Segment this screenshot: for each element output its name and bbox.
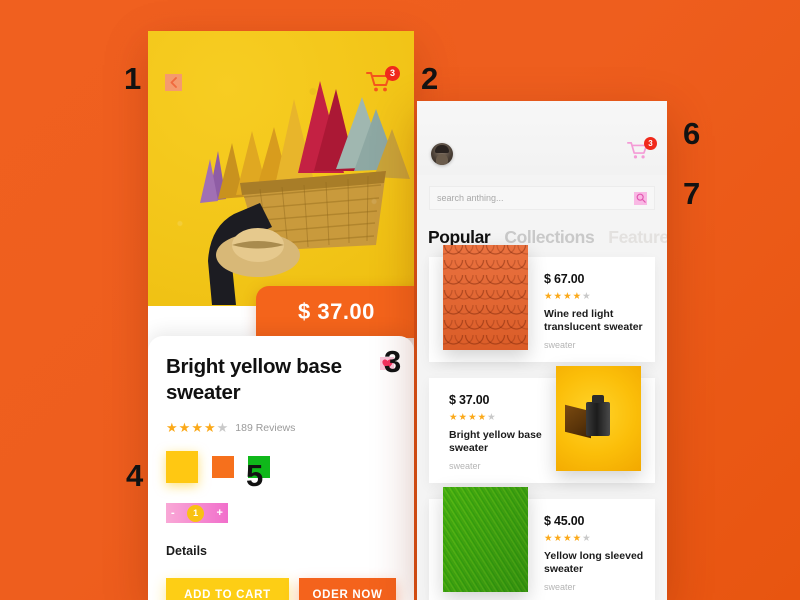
star-empty: ★: [487, 412, 496, 423]
star-rating: ★ ★ ★ ★ ★: [166, 421, 228, 434]
cta-row: ADD TO CART ODER NOW: [166, 578, 396, 600]
cart-button[interactable]: 3: [627, 137, 657, 163]
order-now-button[interactable]: ODER NOW: [299, 578, 396, 600]
annotation-4: 4: [126, 458, 144, 493]
color-swatch-orange[interactable]: [212, 456, 234, 479]
magnifier-icon: [636, 193, 646, 203]
star-filled: ★: [458, 412, 468, 423]
chevron-left-icon: [170, 77, 177, 88]
quantity-stepper[interactable]: - 1 +: [166, 503, 228, 524]
search-input[interactable]: [437, 193, 634, 203]
color-swatch-group: [166, 451, 396, 484]
product-category: sweater: [449, 460, 481, 471]
product-thumbnail: [443, 487, 528, 592]
star-rating: ★ ★ ★ ★ ★: [449, 413, 569, 423]
rating-row: ★ ★ ★ ★ ★ 189 Reviews: [166, 421, 396, 434]
star-empty: ★: [582, 533, 591, 544]
star-filled: ★: [553, 291, 563, 302]
product-hero-image: 3: [148, 31, 414, 306]
product-category: sweater: [544, 581, 576, 592]
star-filled: ★: [191, 420, 203, 436]
product-price: $ 67.00: [544, 272, 585, 286]
cart-button[interactable]: 3: [366, 66, 400, 97]
annotation-6: 6: [683, 116, 701, 151]
star-filled: ★: [477, 412, 487, 423]
product-detail-screen: 3 $ 37.00 Bright yellow base sweater ★ ★…: [148, 31, 414, 600]
tab-feature[interactable]: Feature: [608, 227, 667, 248]
star-filled: ★: [544, 291, 553, 302]
annotation-3: 3: [384, 344, 402, 379]
details-link[interactable]: Details: [166, 544, 396, 558]
star-filled: ★: [553, 533, 563, 544]
quantity-value: 1: [187, 504, 205, 522]
product-info: $ 67.00 ★ ★ ★ ★ ★ Wine red light translu…: [544, 272, 664, 350]
product-name: Wine red light translucent sweater: [544, 307, 643, 333]
product-info: $ 45.00 ★ ★ ★ ★ ★ Yellow long sleeved sw…: [544, 514, 664, 592]
star-filled: ★: [178, 420, 191, 436]
page-title: Bright yellow base sweater: [166, 355, 342, 405]
product-info: $ 37.00 ★ ★ ★ ★ ★ Bright yellow base swe…: [449, 393, 569, 471]
quantity-increment-button[interactable]: +: [217, 507, 223, 519]
orange-shingle-texture-icon: [443, 245, 528, 350]
star-filled: ★: [449, 412, 458, 423]
search-icon[interactable]: [634, 191, 647, 205]
list-item[interactable]: $ 67.00 ★ ★ ★ ★ ★ Wine red light translu…: [429, 245, 655, 362]
product-name: Bright yellow base sweater: [449, 428, 542, 454]
product-category: sweater: [544, 339, 576, 350]
cart-badge: 3: [385, 66, 400, 81]
screenshot-canvas: 3 $ 37.00 Bright yellow base sweater ★ ★…: [0, 0, 800, 600]
price-banner: $ 37.00: [256, 286, 414, 338]
product-list: $ 67.00 ★ ★ ★ ★ ★ Wine red light translu…: [417, 245, 667, 600]
avatar[interactable]: [431, 143, 453, 165]
product-name: Yellow long sleeved sweater: [544, 549, 644, 575]
color-swatch-yellow[interactable]: [166, 451, 198, 484]
cart-badge: 3: [644, 137, 657, 150]
annotation-2: 2: [421, 61, 439, 96]
annotation-1: 1: [124, 61, 142, 96]
star-filled: ★: [572, 291, 582, 302]
list-item[interactable]: $ 37.00 ★ ★ ★ ★ ★ Bright yellow base swe…: [429, 366, 655, 483]
add-to-cart-button[interactable]: ADD TO CART: [166, 578, 290, 600]
quantity-decrement-button[interactable]: -: [171, 507, 175, 519]
reviews-count: 189 Reviews: [235, 421, 296, 434]
annotation-7: 7: [683, 176, 701, 211]
product-price: $ 45.00: [544, 514, 585, 528]
star-rating: ★ ★ ★ ★ ★: [544, 292, 664, 302]
star-filled: ★: [468, 412, 477, 423]
home-screen: 3 Popular Collections Feature: [417, 101, 667, 600]
star-empty: ★: [582, 291, 591, 302]
star-filled: ★: [563, 291, 572, 302]
star-empty: ★: [216, 420, 229, 436]
star-filled: ★: [563, 533, 572, 544]
product-thumbnail: [443, 245, 528, 350]
product-detail-sheet: Bright yellow base sweater ★ ★ ★ ★ ★ 189…: [148, 336, 414, 600]
green-leaf-texture-icon: [443, 487, 528, 592]
list-item[interactable]: $ 45.00 ★ ★ ★ ★ ★ Yellow long sleeved sw…: [429, 487, 655, 600]
star-filled: ★: [166, 420, 178, 436]
product-price: $ 37.00: [449, 393, 490, 407]
home-top-bar: [417, 101, 667, 175]
back-button[interactable]: [165, 74, 182, 91]
star-filled: ★: [203, 420, 216, 436]
star-filled: ★: [572, 533, 582, 544]
star-rating: ★ ★ ★ ★ ★: [544, 534, 664, 544]
star-filled: ★: [544, 533, 553, 544]
search-bar[interactable]: [429, 186, 655, 210]
annotation-5: 5: [246, 458, 264, 493]
